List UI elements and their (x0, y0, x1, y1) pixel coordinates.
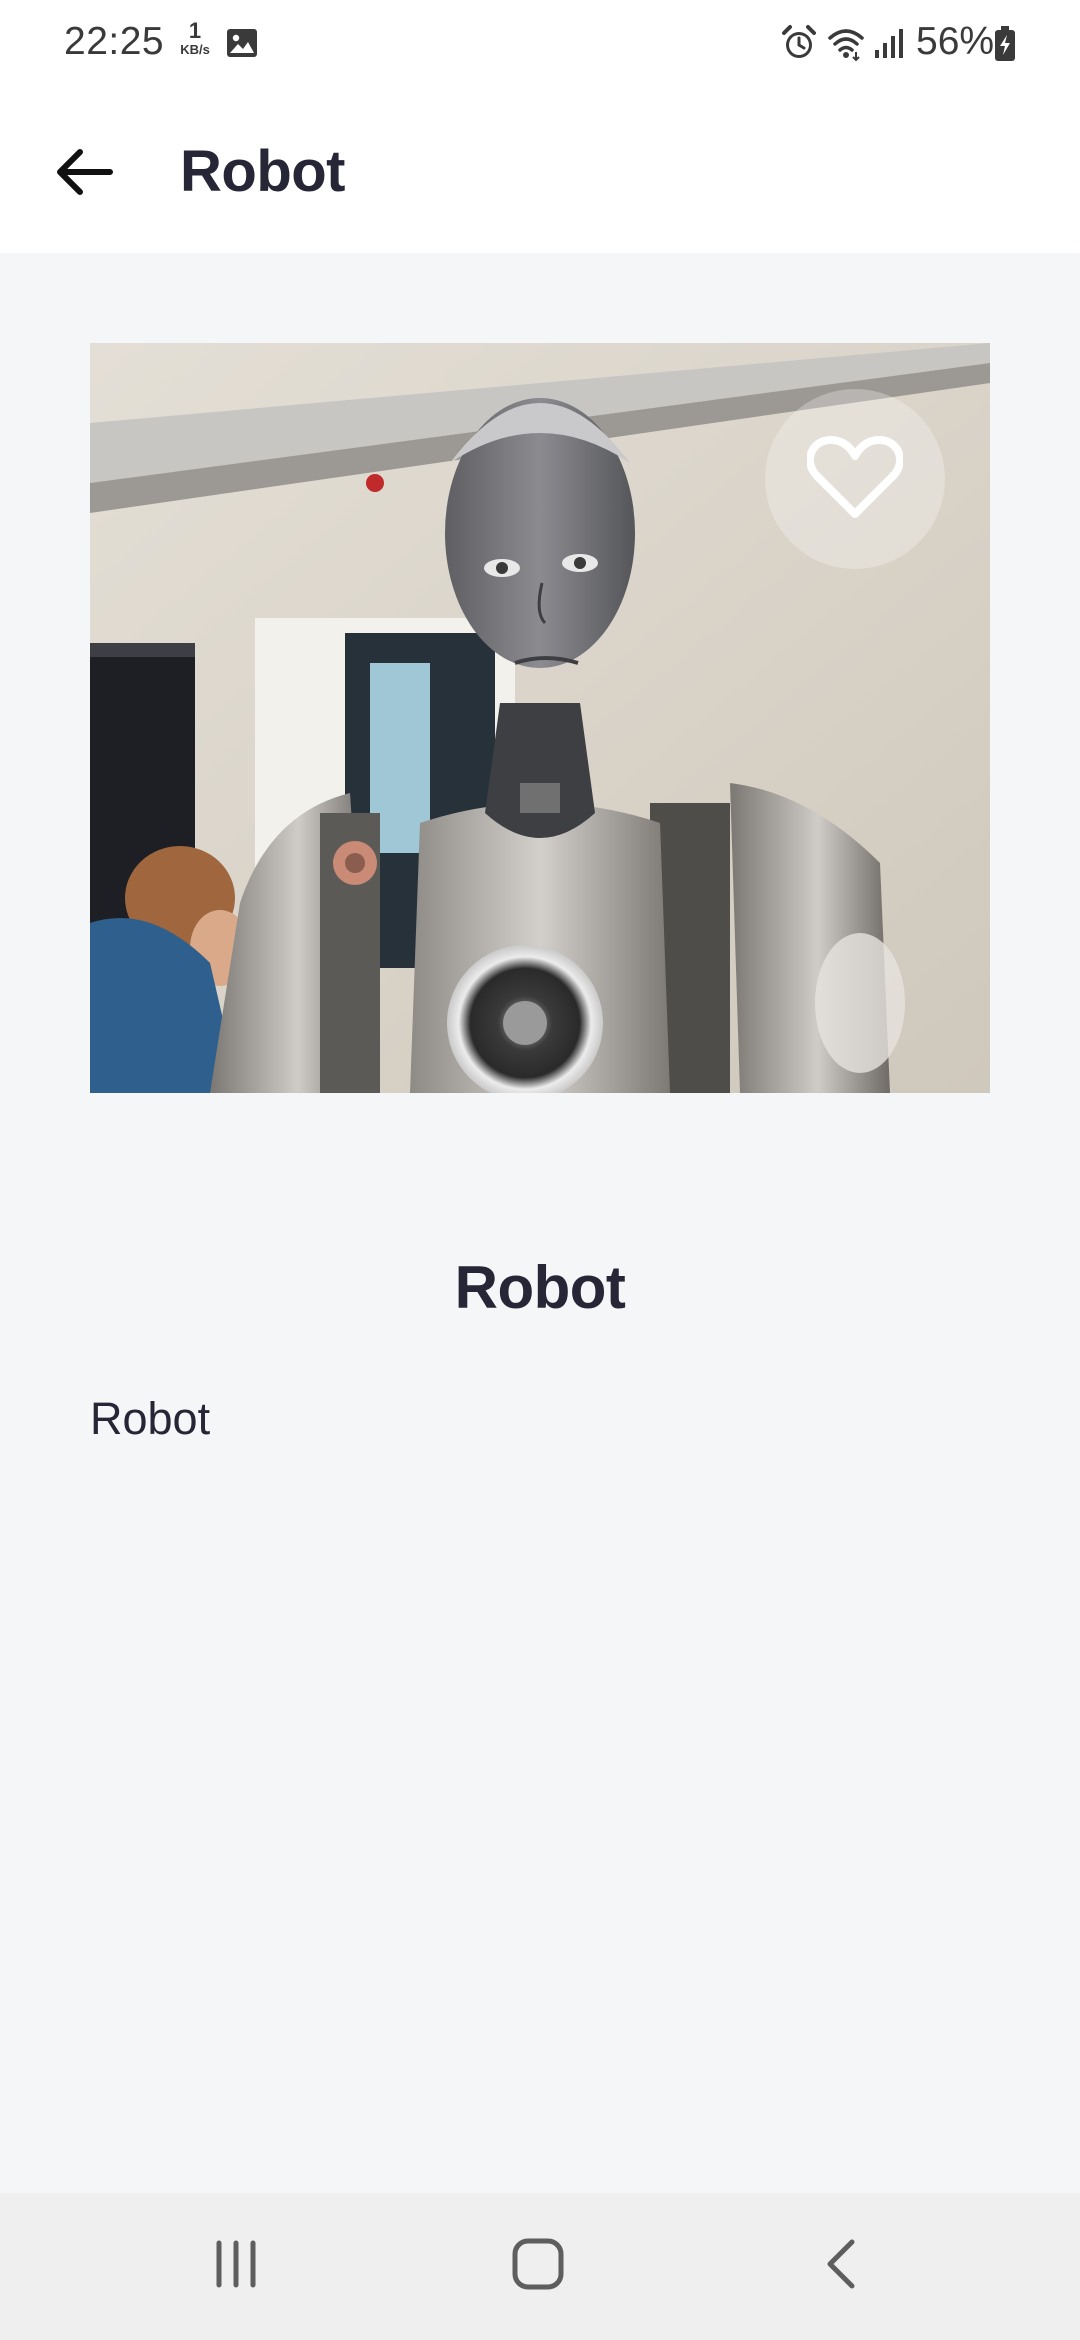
arrow-left-icon (54, 147, 114, 202)
page-title: Robot (180, 139, 346, 204)
battery-charging-icon (994, 26, 1016, 67)
robot-image (90, 343, 990, 1093)
nav-back-button[interactable] (792, 2221, 892, 2311)
status-time: 22:25 (64, 20, 165, 63)
item-description: Robot (90, 1393, 211, 1444)
battery-percent: 56% (916, 20, 995, 63)
network-speed: 1 KB/s (174, 18, 216, 57)
favorite-button[interactable] (765, 389, 945, 569)
network-speed-value: 1 (188, 18, 202, 43)
wifi-icon (826, 24, 866, 67)
heart-outline-icon (806, 434, 904, 525)
content-area: Robot Robot (0, 253, 1080, 2193)
network-speed-unit: KB/s (180, 42, 210, 57)
back-icon (822, 2238, 862, 2295)
status-bar: 22:25 1 KB/s 56% (0, 0, 1080, 90)
home-icon (510, 2236, 566, 2297)
recents-icon (211, 2239, 261, 2294)
alarm-icon (780, 24, 818, 67)
recents-button[interactable] (186, 2221, 286, 2311)
signal-icon (872, 26, 906, 65)
app-bar: Robot (0, 90, 1080, 253)
item-title: Robot (454, 1254, 626, 1321)
back-button[interactable] (44, 134, 124, 214)
gallery-icon (226, 27, 258, 64)
home-button[interactable] (488, 2221, 588, 2311)
system-navigation-bar (0, 2193, 1080, 2340)
